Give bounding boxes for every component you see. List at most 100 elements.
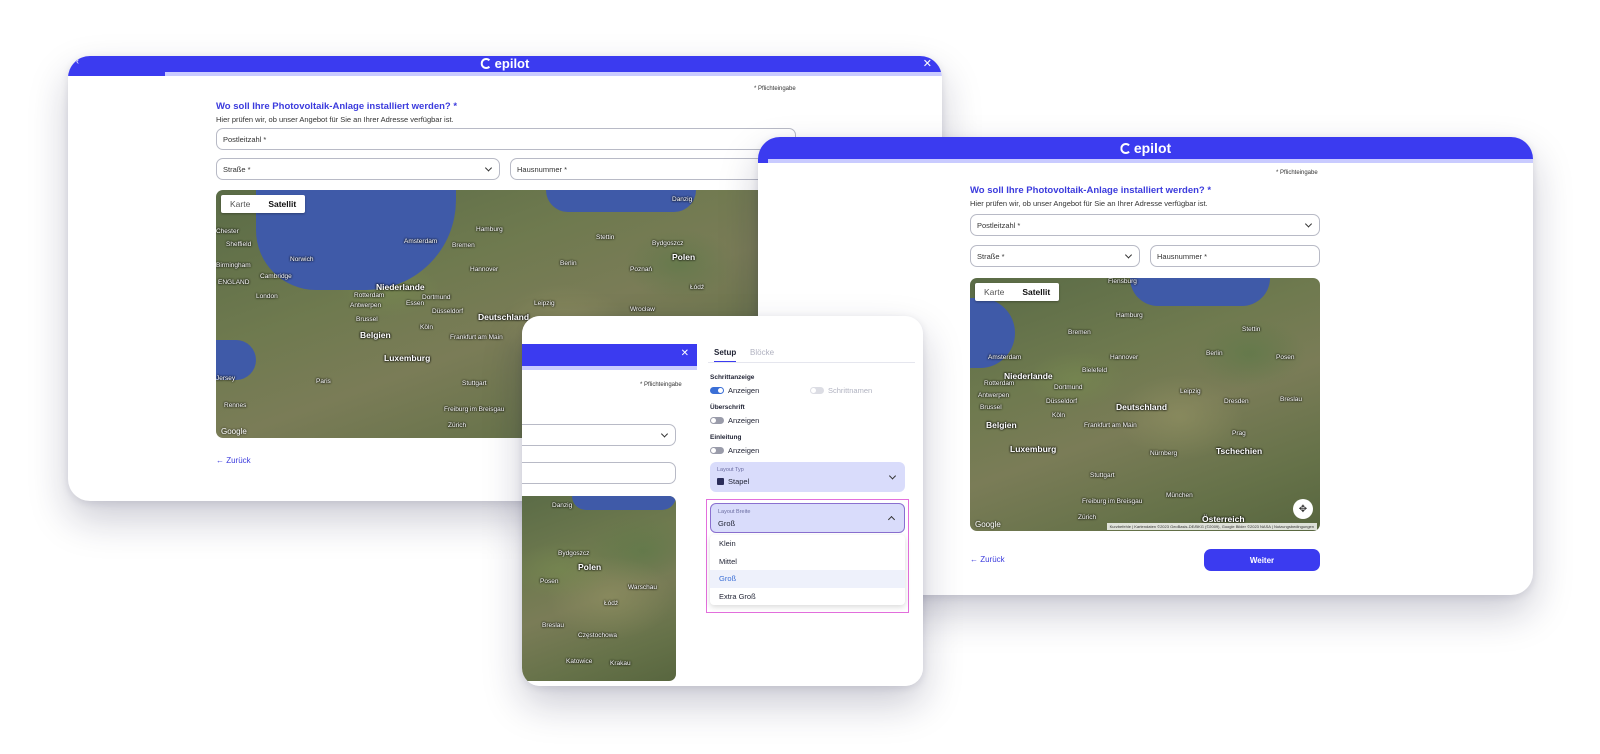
step-names-toggle[interactable]: Schrittnamen <box>810 386 872 395</box>
top-bar: epilot <box>758 137 1533 159</box>
chevron-down-icon <box>660 430 669 438</box>
map-label: Dresden <box>1224 398 1249 405</box>
close-icon[interactable]: ✕ <box>923 57 932 70</box>
epilot-logo-icon <box>480 58 492 69</box>
editor-preview-pane: ✕ * Pflichteingabe Danzig Bydgoszcz Pole… <box>522 316 700 686</box>
map-label: Düsseldorf <box>1046 398 1078 405</box>
required-note: * Pflichteingabe <box>640 382 682 388</box>
map-label: Katowice <box>566 658 593 665</box>
question-title: Wo soll Ihre Photovoltaik-Anlage install… <box>216 101 458 112</box>
question-title: Wo soll Ihre Photovoltaik-Anlage install… <box>970 185 1212 196</box>
map-tab-satellite[interactable]: Satellit <box>259 195 305 213</box>
map-label: Polen <box>672 252 696 262</box>
chevron-up-icon <box>887 515 896 524</box>
back-link[interactable]: ← Zurück <box>216 456 251 465</box>
tab-setup[interactable]: Setup <box>714 348 737 363</box>
back-link[interactable]: ← Zurück <box>970 555 1005 564</box>
next-button[interactable]: Weiter <box>1204 549 1320 571</box>
map-label: Bydgoszcz <box>558 550 590 557</box>
map-label: Birmingham <box>216 262 251 269</box>
option-mittel[interactable]: Mittel <box>710 553 905 571</box>
progress-bar <box>68 72 942 76</box>
map-label: Freiburg im Breisgau <box>444 406 505 413</box>
map-tab-map[interactable]: Karte <box>221 195 259 213</box>
progress-section-label: Schrittanzeige <box>710 374 755 381</box>
map-label: Częstochowa <box>578 632 618 639</box>
map-label: Stuttgart <box>1090 472 1115 479</box>
postcode-field[interactable]: Postleitzahl * <box>970 214 1320 236</box>
map-label: Norwich <box>290 256 314 263</box>
map-type-toggle[interactable]: Karte Satellit <box>975 283 1060 301</box>
map-label: Hamburg <box>1116 312 1143 319</box>
map-tab-satellite[interactable]: Satellit <box>1013 283 1059 301</box>
map-label: London <box>256 293 278 300</box>
toggle-switch[interactable] <box>710 447 724 454</box>
top-bar: ‹ epilot ✕ <box>68 56 942 72</box>
toggle-switch[interactable] <box>710 387 724 394</box>
map-label: Luxemburg <box>384 353 431 363</box>
chevron-down-icon <box>1304 220 1313 228</box>
question-subtitle: Hier prüfen wir, ob unser Angebot für Si… <box>970 199 1208 208</box>
map-label: Niederlande <box>376 282 425 292</box>
map-label: Brussel <box>980 404 1002 411</box>
map-label: Posen <box>1276 354 1295 361</box>
intro-show-toggle[interactable]: Anzeigen <box>710 446 759 455</box>
map-label: Bremen <box>1068 329 1091 336</box>
map-label: Bremen <box>452 242 475 249</box>
option-gross[interactable]: Groß <box>710 570 905 588</box>
map[interactable]: Karte Satellit Flensburg Hamburg Bremen … <box>970 278 1320 531</box>
map-label: Warschau <box>628 584 658 591</box>
map-label: Wrocław <box>630 306 655 313</box>
house-number-field[interactable]: Hausnummer * <box>1150 245 1320 267</box>
layout-type-select[interactable]: Layout Typ Stapel <box>710 462 905 492</box>
map-label: Bielefeld <box>1082 367 1107 374</box>
map-type-toggle[interactable]: Karte Satellit <box>221 195 306 213</box>
street-select[interactable]: Straße * <box>216 158 500 180</box>
close-icon[interactable]: ✕ <box>681 348 689 359</box>
layout-width-select[interactable]: Layout Breite Groß <box>710 503 905 533</box>
intro-section-label: Einleitung <box>710 434 742 441</box>
epilot-logo-icon <box>1119 142 1131 154</box>
heading-show-toggle[interactable]: Anzeigen <box>710 416 759 425</box>
map-label: Polen <box>578 562 602 572</box>
fullscreen-icon[interactable]: ✥ <box>1293 499 1313 519</box>
option-extra-gross[interactable]: Extra Groß <box>710 588 905 606</box>
chevron-down-icon <box>484 164 493 172</box>
map-label: Amsterdam <box>988 354 1022 361</box>
map-label: Hannover <box>470 266 499 273</box>
progress-bar <box>522 366 697 370</box>
top-bar: ✕ <box>522 344 697 366</box>
required-note: * Pflichteingabe <box>1276 170 1318 176</box>
toggle-switch[interactable] <box>810 387 824 394</box>
map-label: Zürich <box>1078 514 1097 521</box>
back-arrow-icon[interactable]: ‹ <box>76 56 79 66</box>
map-tab-map[interactable]: Karte <box>975 283 1013 301</box>
progress-show-toggle[interactable]: Anzeigen <box>710 386 759 395</box>
map-label: Łódź <box>690 284 705 291</box>
postcode-field[interactable] <box>522 424 676 446</box>
toggle-switch[interactable] <box>710 417 724 424</box>
chevron-down-icon <box>888 472 897 480</box>
map-label: Stettin <box>1242 326 1261 333</box>
house-number-field[interactable]: Hausnummer * <box>510 158 796 180</box>
map-label: Rotterdam <box>354 292 385 299</box>
sea <box>572 496 676 510</box>
street-field[interactable] <box>522 462 676 484</box>
google-logo: Google <box>221 427 247 436</box>
map-attribution[interactable]: Kurzbefehle | Kartendaten ©2023 GeoBasis… <box>1106 523 1317 530</box>
progress-bar <box>758 159 1533 163</box>
map-label: Berlin <box>560 260 577 267</box>
stack-icon <box>717 478 724 485</box>
postcode-field[interactable]: Postleitzahl * <box>216 128 796 150</box>
map-label: München <box>1166 492 1193 499</box>
map[interactable]: Danzig Bydgoszcz Polen Posen Warschau Łó… <box>522 496 676 681</box>
map-label: Frankfurt am Main <box>1084 422 1137 429</box>
map-label: Frankfurt am Main <box>450 334 503 341</box>
map-label: Nürnberg <box>1150 450 1178 457</box>
street-select[interactable]: Straße * <box>970 245 1140 267</box>
map-label: Köln <box>420 324 434 331</box>
google-logo: Google <box>975 520 1001 529</box>
tab-blocks[interactable]: Blöcke <box>750 348 774 357</box>
map-label: Belgien <box>986 420 1017 430</box>
option-klein[interactable]: Klein <box>710 535 905 553</box>
